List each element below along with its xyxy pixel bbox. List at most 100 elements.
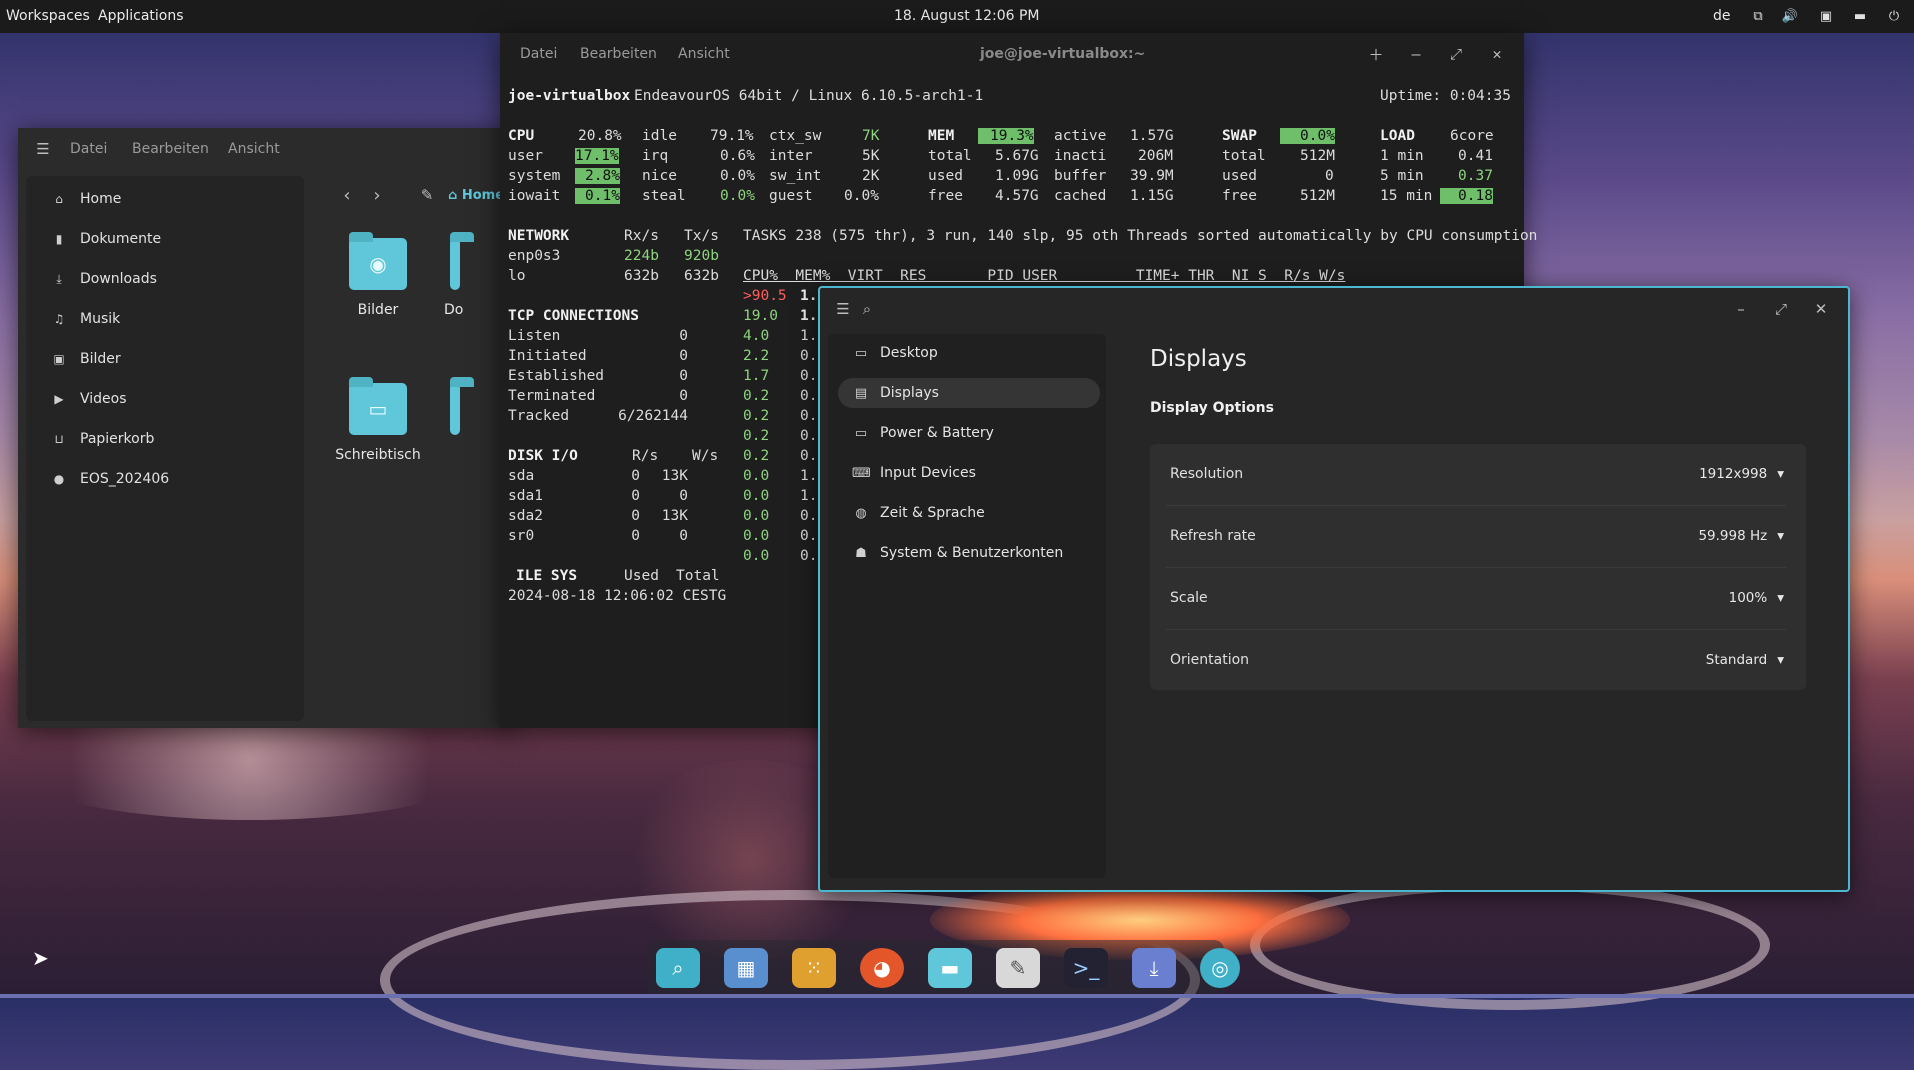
sidebar-toggle-icon[interactable]: ☰	[832, 298, 854, 320]
text-editor-icon[interactable]: ✎	[996, 948, 1040, 988]
folder-icon	[450, 377, 474, 435]
sidebar-item-input-devices[interactable]: ⌨ Input Devices	[838, 458, 1100, 488]
volume-icon[interactable]: 🔊	[1780, 7, 1800, 25]
sidebar-item-bilder[interactable]: ▣ Bilder	[26, 344, 120, 374]
disk-read: 0	[631, 488, 640, 504]
breadcrumb[interactable]: ⌂ Home	[448, 188, 504, 203]
window-title: joe@joe-virtualbox:~	[980, 46, 1146, 62]
places-sidebar: ⌂ Home ▮ Dokumente ⤓ Downloads ♫ Musik ▣ Bild…	[26, 176, 304, 721]
battery-icon: ▭	[854, 425, 868, 441]
tcp-value: 0	[679, 368, 688, 384]
process-mem-value: 1.	[800, 308, 818, 324]
sidebar-item-musik[interactable]: ♫ Musik	[26, 304, 121, 334]
close-icon[interactable]: ✕	[1810, 298, 1832, 320]
process-cpu-value: 0.0	[743, 488, 770, 504]
page-title: Displays	[1150, 346, 1247, 372]
new-tab-icon[interactable]: ＋	[1365, 43, 1387, 65]
disk-read: 0	[631, 528, 640, 544]
sidebar-item-eos[interactable]: ● EOS_202406	[26, 464, 169, 494]
applications-button[interactable]: Applications	[98, 8, 184, 24]
sidebar-item-power[interactable]: ▭ Power & Battery	[838, 418, 1100, 448]
menu-bearbeiten[interactable]: Bearbeiten	[580, 46, 657, 62]
installer-icon[interactable]: ⤓	[1132, 948, 1176, 988]
chevron-down-icon: ▾	[1777, 652, 1784, 668]
close-icon[interactable]: ✕	[1486, 43, 1508, 65]
top-panel: Workspaces Applications 18. August 12:06…	[0, 0, 1914, 33]
clock[interactable]: 18. August 12:06 PM	[894, 8, 1039, 24]
process-mem-value: 0.	[800, 348, 818, 364]
disk-read: 0	[631, 508, 640, 524]
tcp-label: Tracked	[508, 408, 570, 424]
workspaces-button[interactable]: Workspaces	[6, 8, 90, 24]
sidebar-item-desktop[interactable]: ▭ Desktop	[838, 338, 1100, 368]
process-cpu-value: >90.5	[743, 288, 787, 304]
desktop-folder-icon: ▭	[349, 377, 407, 435]
process-mem-value: 0.	[800, 528, 818, 544]
menu-ansicht[interactable]: Ansicht	[678, 46, 730, 62]
scale-dropdown[interactable]: 100% ▾	[1729, 590, 1784, 606]
refresh-rate-row[interactable]: Refresh rate 59.998 Hz ▾	[1170, 506, 1784, 566]
bottom-edge	[0, 994, 1914, 998]
maximize-icon[interactable]: ⤢	[1770, 298, 1792, 320]
sidebar-item-dokumente[interactable]: ▮ Dokumente	[26, 224, 161, 254]
multitasking-icon[interactable]: ▦	[724, 948, 768, 988]
folder-icon	[450, 232, 474, 290]
sidebar-item-downloads[interactable]: ⤓ Downloads	[26, 264, 157, 294]
globe-icon: ◍	[855, 505, 867, 521]
launcher-icon[interactable]: ⌕	[656, 948, 700, 988]
chevron-down-icon: ▾	[1777, 590, 1784, 606]
calendar-icon[interactable]: ▣	[1816, 7, 1836, 25]
minimize-icon[interactable]: –	[1730, 298, 1752, 320]
uptime: Uptime: 0:04:35	[1380, 88, 1511, 104]
edit-path-icon[interactable]: ✎	[416, 184, 438, 206]
sidebar-item-zeit-sprache[interactable]: ◍ Zeit & Sprache	[838, 498, 1100, 528]
menu-datei[interactable]: Datei	[70, 141, 107, 157]
power-icon[interactable]: ⏻	[1884, 7, 1904, 25]
sidebar-item-videos[interactable]: ▶ Videos	[26, 384, 126, 414]
resolution-dropdown[interactable]: 1912x998 ▾	[1699, 466, 1784, 482]
tcp-value: 0	[679, 388, 688, 404]
trash-icon: ⊔	[54, 432, 64, 446]
sidebar-toggle-icon[interactable]: ☰	[32, 138, 54, 160]
forward-icon[interactable]: ›	[366, 184, 388, 206]
orientation-dropdown[interactable]: Standard ▾	[1706, 652, 1784, 668]
back-icon[interactable]: ‹	[336, 184, 358, 206]
disk-device: sda2	[508, 508, 543, 524]
files-icon[interactable]: ▬	[928, 948, 972, 988]
sidebar-item-system[interactable]: ☗ System & Benutzerkonten	[838, 538, 1100, 568]
keyboard-layout-indicator[interactable]: de	[1713, 8, 1731, 24]
settings-window: ☰ ⌕ – ⤢ ✕ ▭ Desktop ▤ Displays ▭ Power & Ba…	[818, 286, 1850, 892]
notifications-icon[interactable]: ▬	[1850, 7, 1870, 25]
process-cpu-value: 0.0	[743, 508, 770, 524]
network-icon[interactable]: ⧉	[1748, 7, 1768, 25]
search-icon[interactable]: ⌕	[856, 298, 878, 320]
process-cpu-value: 0.2	[743, 388, 770, 404]
process-mem-value: 1.	[800, 468, 818, 484]
process-mem-value: 0.	[800, 508, 818, 524]
menu-datei[interactable]: Datei	[520, 46, 557, 62]
section-title: Display Options	[1150, 400, 1274, 416]
process-mem-value: 1.	[800, 288, 818, 304]
resolution-row[interactable]: Resolution 1912x998 ▾	[1170, 444, 1784, 504]
terminal-icon[interactable]: >_	[1064, 948, 1108, 988]
menu-bearbeiten[interactable]: Bearbeiten	[132, 141, 209, 157]
folder-bilder[interactable]: ◉ Bilder	[308, 232, 448, 318]
orientation-row[interactable]: Orientation Standard ▾	[1170, 630, 1784, 690]
sidebar-item-home[interactable]: ⌂ Home	[26, 184, 121, 214]
tcp-value: 6/262144	[618, 408, 688, 424]
minimize-icon[interactable]: –	[1405, 43, 1427, 65]
sidebar-item-papierkorb[interactable]: ⊔ Papierkorb	[26, 424, 154, 454]
refresh-rate-dropdown[interactable]: 59.998 Hz ▾	[1698, 528, 1784, 544]
folder-schreibtisch[interactable]: ▭ Schreibtisch	[308, 377, 448, 463]
tcp-label: Initiated	[508, 348, 587, 364]
firefox-icon[interactable]: ◕	[860, 948, 904, 988]
app-grid-icon[interactable]: ⁙	[792, 948, 836, 988]
menu-ansicht[interactable]: Ansicht	[228, 141, 280, 157]
settings-icon[interactable]: ◎	[1200, 948, 1240, 988]
os-info: EndeavourOS 64bit / Linux 6.10.5-arch1-1	[634, 88, 984, 104]
maximize-icon[interactable]: ⤢	[1445, 43, 1467, 65]
mouse-cursor-icon: ➤	[32, 946, 49, 970]
sidebar-item-displays[interactable]: ▤ Displays	[838, 378, 1100, 408]
scale-row[interactable]: Scale 100% ▾	[1170, 568, 1784, 628]
process-cpu-value: 0.2	[743, 408, 770, 424]
